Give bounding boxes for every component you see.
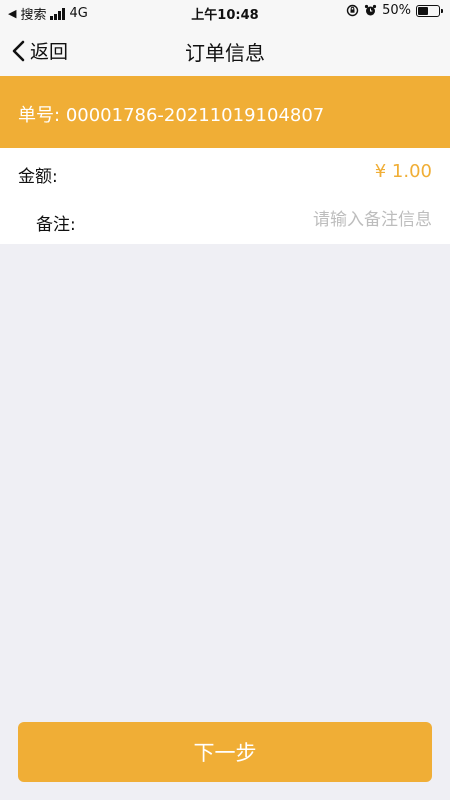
remark-row: 备注: [0,196,450,244]
status-right: 50% [346,3,443,18]
order-number-banner: 单号: 00001786-20211019104807 [0,76,450,148]
lock-rotation-icon [346,4,359,17]
status-bar: ◀ 搜索 4G 上午10:48 50% [0,0,450,24]
order-number: 00001786-20211019104807 [65,105,325,126]
amount-label: 金额: [18,167,58,187]
amount-value: ¥ 1.00 [374,161,432,182]
remark-input[interactable] [232,204,432,236]
next-step-button[interactable]: 下一步 [18,722,432,782]
page-title: 订单信息 [185,41,265,65]
remark-label: 备注: [36,215,76,235]
battery-fill [418,6,428,15]
battery-icon [416,4,443,17]
nav-bar: 返回 订单信息 [0,24,450,76]
order-number-label: 单号: [18,105,61,126]
amount-row: 金额: ¥ 1.00 [0,148,450,196]
battery-percent: 50% [382,3,411,18]
order-form: 金额: ¥ 1.00 备注: [0,148,450,244]
alarm-icon [364,4,377,16]
